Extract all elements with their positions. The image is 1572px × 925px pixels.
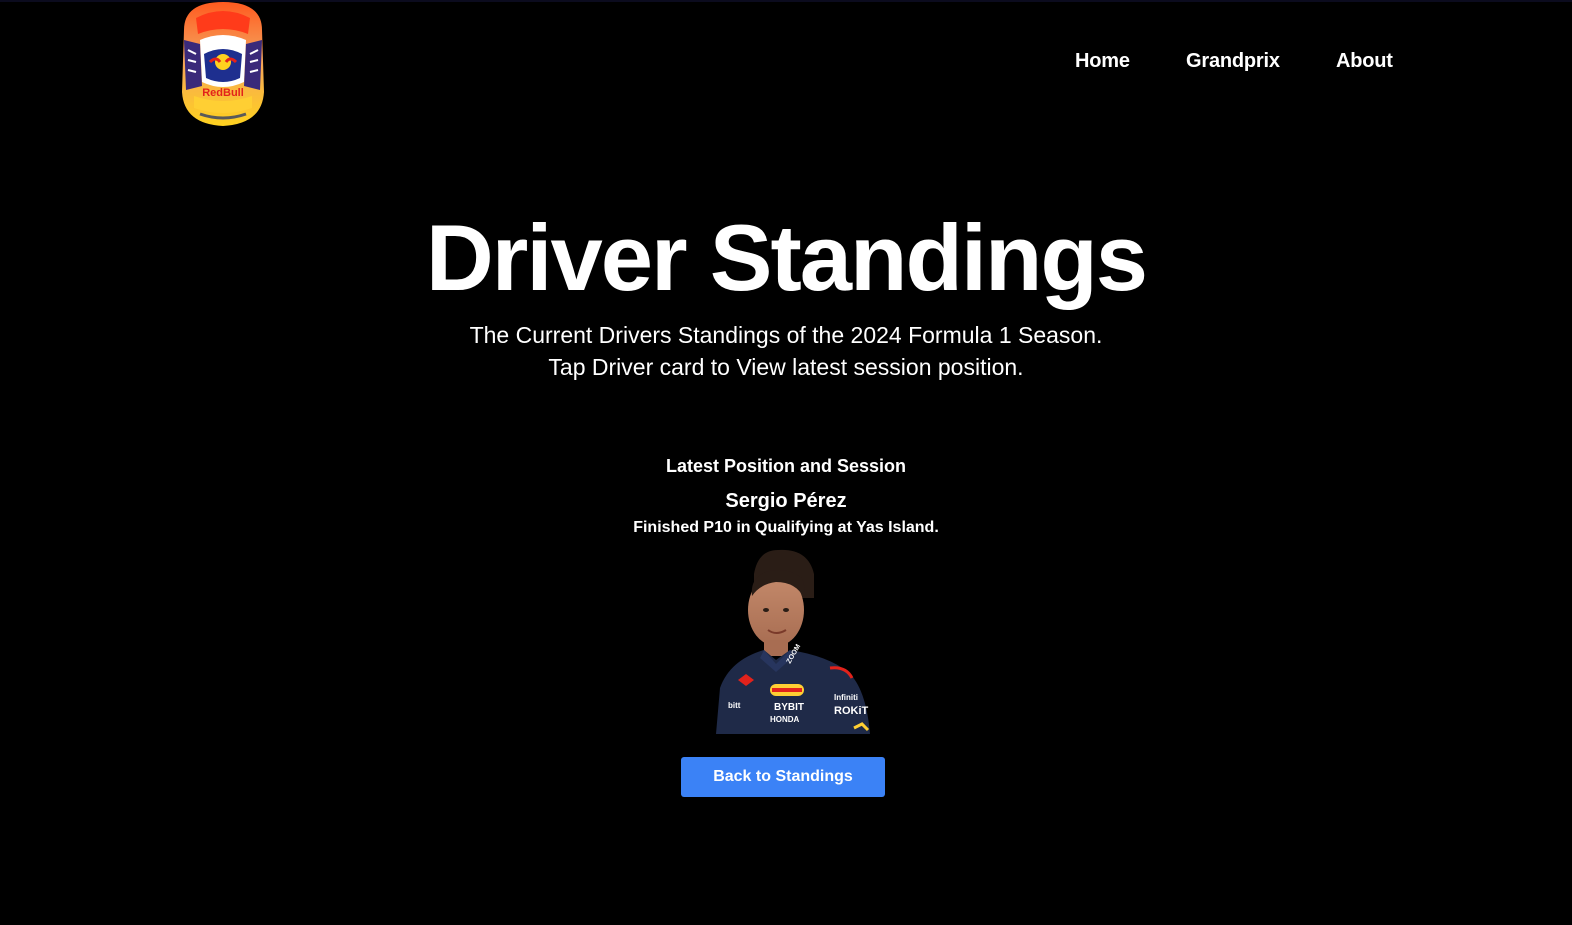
latest-session-heading: Latest Position and Session <box>665 456 907 476</box>
driver-name: Sergio Pérez <box>725 490 847 512</box>
suit-text-bitt: bitt <box>728 701 741 710</box>
suit-text-rokit: ROKiT <box>834 705 869 717</box>
page-subtitle: The Current Drivers Standings of the 202… <box>0 319 1572 383</box>
back-to-standings-button[interactable]: Back to Standings <box>681 757 885 797</box>
driver-result-text: Finished P10 in Qualifying at Yas Island… <box>633 519 939 536</box>
suit-text-honda: HONDA <box>770 715 800 724</box>
suit-text-infiniti: Infiniti <box>834 693 858 702</box>
nav-about-link[interactable]: About <box>1336 50 1393 73</box>
nav-grandprix-link[interactable]: Grandprix <box>1186 50 1280 73</box>
subtitle-line-1: The Current Drivers Standings of the 202… <box>469 322 1103 348</box>
main-nav: Home Grandprix About <box>0 50 1572 80</box>
logo-brand-text: RedBull <box>202 87 244 99</box>
page-title: Driver Standings <box>425 205 1148 310</box>
driver-portrait: BYBIT HONDA ROKiT Infiniti ZOOM bitt <box>716 549 870 734</box>
nav-home-link[interactable]: Home <box>1075 50 1130 73</box>
subtitle-line-2: Tap Driver card to View latest session p… <box>548 354 1024 380</box>
suit-text-bybit: BYBIT <box>774 702 804 713</box>
